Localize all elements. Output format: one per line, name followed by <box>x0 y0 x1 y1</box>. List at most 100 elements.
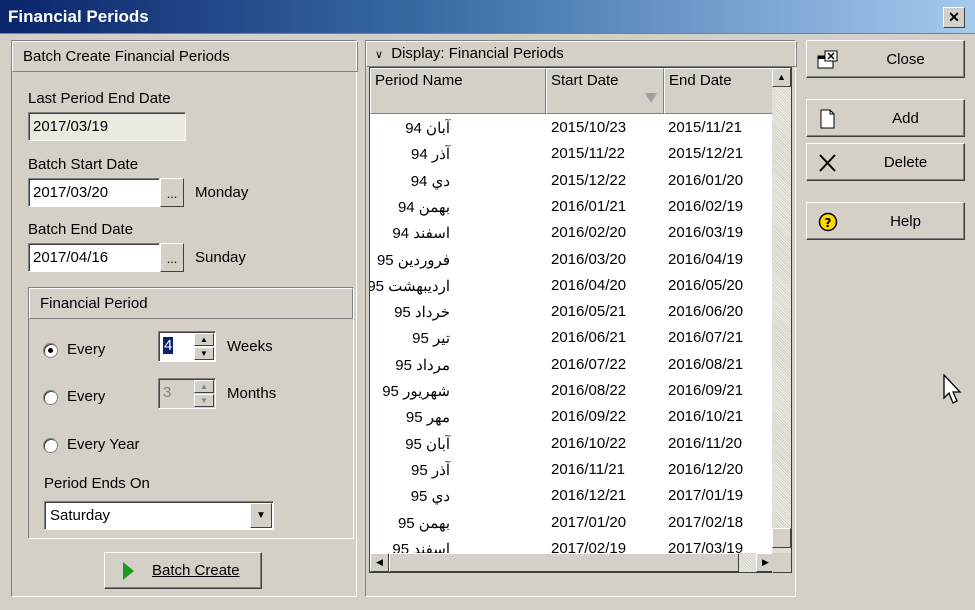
months-unit-label: Months <box>227 385 277 402</box>
table-row[interactable]: اسفند 94 2016/02/20 2016/03/19 <box>370 219 775 245</box>
cell-start-date: 2016/08/22 <box>551 382 627 399</box>
help-label: Help <box>890 213 921 230</box>
every-months-radio[interactable] <box>43 390 58 405</box>
financial-period-group: Financial Period Every 4 ▲ ▼ Weeks Every… <box>28 287 354 539</box>
table-row[interactable]: آذر 94 2015/11/22 2015/12/21 <box>370 140 775 166</box>
play-icon <box>123 562 134 580</box>
periods-grid: Period Name Start Date End Date آبان 94 2… <box>369 67 792 573</box>
table-row[interactable]: فروردين 95 2016/03/20 2016/04/19 <box>370 246 775 272</box>
batch-panel-header: Batch Create Financial Periods <box>12 41 358 72</box>
column-header-end-date[interactable]: End Date <box>664 68 775 114</box>
cell-start-date: 2015/11/22 <box>551 145 625 163</box>
table-row[interactable]: بهمن 94 2016/01/21 2016/02/19 <box>370 193 775 219</box>
scroll-up-icon[interactable]: ▲ <box>772 68 791 87</box>
table-row[interactable]: دي 94 2015/12/22 2016/01/20 <box>370 167 775 193</box>
financial-period-header: Financial Period <box>29 288 353 319</box>
cell-period-name: فروردين 95 <box>376 251 450 269</box>
every-weeks-label: Every <box>67 341 106 358</box>
table-row[interactable]: ارديبهشت 95 2016/04/20 2016/05/20 <box>370 272 775 298</box>
sort-descending-icon <box>645 93 657 103</box>
horizontal-scrollbar[interactable]: ◀ ▶ <box>370 553 775 572</box>
cell-end-date: 2017/02/18 <box>668 513 744 531</box>
cell-start-date: 2015/12/22 <box>551 171 627 189</box>
months-down-icon[interactable]: ▼ <box>194 394 214 407</box>
help-question-icon: ? <box>818 212 838 232</box>
help-button[interactable]: ? Help <box>806 202 965 240</box>
cell-period-name: بهمن 94 <box>397 198 450 216</box>
cell-period-name: تير 95 <box>412 330 450 348</box>
every-year-radio[interactable] <box>43 438 58 453</box>
last-period-end-label: Last Period End Date <box>28 90 171 107</box>
period-ends-select[interactable]: Saturday ▼ <box>44 501 274 530</box>
cell-period-name: آبان 95 <box>405 435 450 453</box>
batch-end-input[interactable]: 2017/04/16 <box>28 243 160 272</box>
table-row[interactable]: خرداد 95 2016/05/21 2016/06/20 <box>370 298 775 324</box>
scroll-left-icon[interactable]: ◀ <box>370 553 389 572</box>
table-row[interactable]: دي 95 2016/12/21 2017/01/19 <box>370 482 775 508</box>
batch-create-button[interactable]: Batch Create <box>104 552 262 589</box>
cell-end-date: 2017/01/19 <box>668 487 744 505</box>
close-window-icon <box>817 50 838 69</box>
cell-period-name: آذر 94 <box>411 146 450 164</box>
batch-start-day: Monday <box>195 184 249 201</box>
cell-start-date: 2016/07/22 <box>551 355 627 373</box>
vertical-scroll-thumb[interactable] <box>772 528 791 548</box>
vertical-scrollbar[interactable]: ▲ ▼ <box>772 68 791 573</box>
period-ends-label: Period Ends On <box>44 475 150 492</box>
every-weeks-radio[interactable] <box>43 343 58 358</box>
table-row[interactable]: شهريور 95 2016/08/22 2016/09/21 <box>370 377 775 403</box>
batch-start-label: Batch Start Date <box>28 156 139 173</box>
horizontal-scroll-thumb[interactable] <box>389 553 739 572</box>
batch-end-label: Batch End Date <box>28 221 134 238</box>
table-row[interactable]: آبان 94 2015/10/23 2015/11/21 <box>370 114 775 140</box>
cell-end-date: 2016/12/20 <box>668 460 744 478</box>
months-up-icon[interactable]: ▲ <box>194 380 214 393</box>
table-row[interactable]: مرداد 95 2016/07/22 2016/08/21 <box>370 351 775 377</box>
collapse-chevron-icon[interactable]: ∨ <box>375 49 383 61</box>
cell-end-date: 2016/10/21 <box>668 408 744 426</box>
months-stepper[interactable]: 3 ▲ ▼ <box>158 378 216 409</box>
title-bar: Financial Periods ✕ <box>0 0 975 34</box>
column-header-start-date[interactable]: Start Date <box>546 68 664 114</box>
cell-start-date: 2016/04/20 <box>551 276 627 294</box>
batch-end-picker-button[interactable]: ... <box>160 243 184 272</box>
grid-caption: Display: Financial Periods <box>391 45 564 62</box>
cell-start-date: 2016/09/22 <box>551 408 627 426</box>
delete-x-icon <box>819 154 836 172</box>
add-button[interactable]: Add <box>806 99 965 137</box>
close-label: Close <box>886 51 925 68</box>
table-row[interactable]: آبان 95 2016/10/22 2016/11/20 <box>370 430 775 456</box>
window-close-icon[interactable]: ✕ <box>943 7 965 28</box>
table-row[interactable]: تير 95 2016/06/21 2016/07/21 <box>370 324 775 350</box>
table-row[interactable]: آذر 95 2016/11/21 2016/12/20 <box>370 456 775 482</box>
batch-create-label: Batch Create <box>152 562 240 579</box>
cell-end-date: 2015/11/21 <box>668 119 742 136</box>
weeks-stepper[interactable]: 4 ▲ ▼ <box>158 331 216 362</box>
new-document-icon <box>820 109 835 129</box>
close-button[interactable]: Close <box>806 40 965 78</box>
batch-start-picker-button[interactable]: ... <box>160 178 184 207</box>
cell-end-date: 2016/08/21 <box>668 355 744 373</box>
cell-end-date: 2016/06/20 <box>668 303 744 321</box>
cell-start-date: 2016/12/21 <box>551 487 627 505</box>
batch-end-day: Sunday <box>195 249 246 266</box>
weeks-value: 4 <box>163 337 174 354</box>
cell-period-name: دي 95 <box>410 488 450 506</box>
grid-caption-bar[interactable]: ∨ Display: Financial Periods <box>366 41 797 67</box>
cell-period-name: آبان 94 <box>405 120 450 137</box>
weeks-up-icon[interactable]: ▲ <box>194 333 214 346</box>
cell-end-date: 2016/09/21 <box>668 382 744 399</box>
column-header-period-name[interactable]: Period Name <box>370 68 546 114</box>
every-year-label: Every Year <box>67 436 140 453</box>
weeks-down-icon[interactable]: ▼ <box>194 347 214 360</box>
last-period-end-field: 2017/03/19 <box>28 112 186 141</box>
delete-button[interactable]: Delete <box>806 143 965 181</box>
window-title: Financial Periods <box>8 7 149 26</box>
cell-start-date: 2016/06/21 <box>551 329 627 347</box>
months-value: 3 <box>163 384 172 401</box>
chevron-down-icon[interactable]: ▼ <box>250 503 272 528</box>
batch-start-input[interactable]: 2017/03/20 <box>28 178 160 207</box>
table-row[interactable]: بهمن 95 2017/01/20 2017/02/18 <box>370 509 775 535</box>
cell-period-name: ارديبهشت 95 <box>370 277 450 295</box>
table-row[interactable]: مهر 95 2016/09/22 2016/10/21 <box>370 403 775 429</box>
